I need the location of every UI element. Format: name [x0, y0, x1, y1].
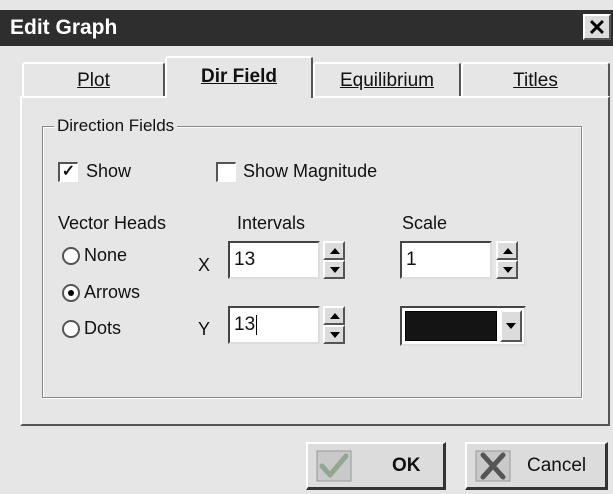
- window-title: Edit Graph: [10, 16, 118, 39]
- vector-heads-label: Vector Heads: [58, 213, 167, 233]
- scale-label: Scale: [402, 213, 448, 233]
- tab-plot[interactable]: Plot: [22, 62, 165, 96]
- tab-label: Dir Field: [200, 66, 277, 87]
- x-icon: [475, 450, 511, 482]
- ok-button[interactable]: OK: [306, 442, 446, 490]
- arrow-up-icon: [330, 248, 340, 254]
- close-button[interactable]: ✕: [583, 14, 611, 40]
- checkmark-icon: [316, 450, 352, 482]
- scale-input[interactable]: 1: [400, 241, 492, 279]
- show-checkbox[interactable]: ✓: [58, 162, 78, 182]
- arrow-up-icon: [330, 313, 340, 319]
- tab-dir-field[interactable]: Dir Field: [165, 56, 313, 98]
- x-interval-spinner[interactable]: [323, 241, 345, 279]
- spin-down-button[interactable]: [323, 260, 345, 279]
- spin-up-button[interactable]: [323, 241, 345, 260]
- arrow-down-icon: [330, 267, 340, 273]
- edit-graph-dialog: Edit Graph ✕ Plot Dir Field Equilibrium …: [0, 0, 613, 494]
- title-bar[interactable]: Edit Graph ✕: [0, 10, 613, 46]
- y-interval-spinner[interactable]: [323, 306, 345, 344]
- radio-dots[interactable]: [62, 320, 80, 338]
- tab-titles[interactable]: Titles: [461, 62, 610, 96]
- show-label[interactable]: Show: [86, 161, 131, 182]
- close-icon: ✕: [587, 15, 607, 40]
- spin-up-button[interactable]: [496, 241, 518, 260]
- cancel-label: Cancel: [527, 455, 587, 476]
- x-axis-label: X: [198, 255, 211, 275]
- show-magnitude-label[interactable]: Show Magnitude: [243, 161, 377, 182]
- color-dropdown[interactable]: [400, 306, 526, 346]
- show-magnitude-checkbox[interactable]: [216, 162, 236, 182]
- tab-label: Plot: [77, 70, 110, 91]
- radio-none[interactable]: [62, 247, 80, 265]
- y-interval-input[interactable]: 13: [228, 306, 320, 344]
- checkmark-icon: ✓: [61, 163, 76, 180]
- scale-value: 1: [406, 249, 417, 270]
- y-interval-value: 13: [234, 314, 256, 335]
- text-caret: [256, 314, 258, 335]
- tab-label: Equilibrium: [340, 70, 434, 91]
- radio-selected-dot: [68, 290, 74, 296]
- cancel-button[interactable]: Cancel: [465, 442, 608, 490]
- spin-up-button[interactable]: [323, 306, 345, 325]
- x-interval-input[interactable]: 13: [228, 241, 320, 279]
- tab-label: Titles: [513, 70, 558, 91]
- radio-arrows[interactable]: [62, 284, 80, 302]
- x-interval-value: 13: [234, 249, 256, 270]
- intervals-label: Intervals: [237, 213, 306, 233]
- color-swatch: [405, 311, 497, 341]
- ok-label: OK: [392, 455, 421, 476]
- radio-dots-label[interactable]: Dots: [84, 318, 121, 339]
- chevron-down-icon: [506, 323, 516, 329]
- dropdown-button[interactable]: [500, 310, 522, 342]
- arrow-up-icon: [503, 248, 513, 254]
- spin-down-button[interactable]: [323, 325, 345, 344]
- tab-equilibrium[interactable]: Equilibrium: [313, 62, 461, 96]
- arrow-down-icon: [503, 267, 513, 273]
- spin-down-button[interactable]: [496, 260, 518, 279]
- y-axis-label: Y: [198, 319, 211, 339]
- arrow-down-icon: [330, 332, 340, 338]
- group-label: Direction Fields: [54, 116, 178, 136]
- radio-none-label[interactable]: None: [84, 245, 127, 266]
- scale-spinner[interactable]: [496, 241, 518, 279]
- radio-arrows-label[interactable]: Arrows: [84, 282, 140, 303]
